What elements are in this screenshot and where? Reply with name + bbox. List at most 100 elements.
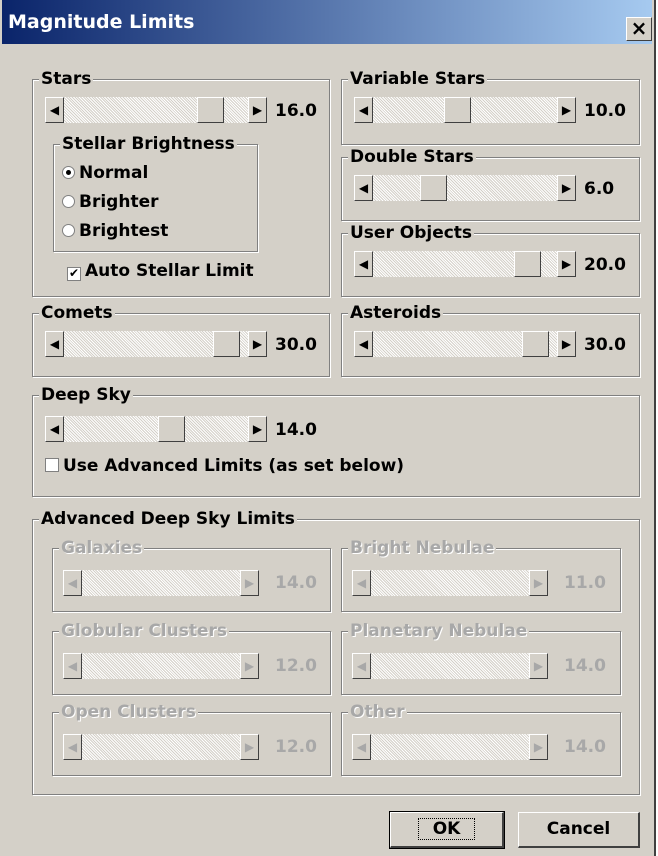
- galaxies-value: 14.0: [275, 573, 317, 593]
- right-arrow-icon: ▶: [529, 734, 548, 760]
- right-arrow-icon[interactable]: ▶: [248, 97, 267, 123]
- right-arrow-icon: ▶: [240, 570, 259, 596]
- variable-stars-slider[interactable]: ◀ ▶: [354, 97, 576, 123]
- stars-group: Stars ◀ ▶ 16.0 Stellar Brightness Normal …: [32, 68, 330, 297]
- asteroids-value: 30.0: [584, 335, 626, 355]
- slider-thumb[interactable]: [420, 175, 447, 201]
- globular-clusters-label: Globular Clusters: [59, 620, 230, 642]
- variable-stars-value: 10.0: [584, 101, 626, 121]
- comets-value: 30.0: [275, 335, 317, 355]
- dialog-window: Magnitude Limits × Stars ◀ ▶ 16.0 Stellar…: [0, 0, 656, 856]
- globular-clusters-value: 12.0: [275, 656, 317, 676]
- left-arrow-icon[interactable]: ◀: [45, 416, 64, 442]
- other-label: Other: [348, 701, 407, 723]
- deep-sky-label: Deep Sky: [39, 384, 133, 406]
- radio-normal[interactable]: Normal: [62, 163, 148, 183]
- left-arrow-icon: ◀: [63, 653, 82, 679]
- left-arrow-icon[interactable]: ◀: [45, 97, 64, 123]
- window-title: Magnitude Limits: [8, 11, 195, 33]
- planetary-nebulae-slider: ◀ ▶: [352, 653, 548, 679]
- right-arrow-icon: ▶: [240, 734, 259, 760]
- ok-button-label: OK: [417, 818, 476, 840]
- right-arrow-icon[interactable]: ▶: [248, 416, 267, 442]
- double-stars-label: Double Stars: [348, 146, 476, 168]
- title-bar: Magnitude Limits ×: [2, 0, 652, 44]
- left-arrow-icon[interactable]: ◀: [354, 251, 373, 277]
- check-icon: ✔: [67, 266, 81, 281]
- auto-stellar-limit-checkbox[interactable]: ✔ Auto Stellar Limit: [67, 261, 254, 281]
- bright-nebulae-value: 11.0: [564, 573, 606, 593]
- radio-normal-label: Normal: [79, 163, 149, 183]
- use-advanced-limits-label: Use Advanced Limits (as set below): [63, 456, 405, 476]
- slider-thumb[interactable]: [522, 331, 549, 357]
- left-arrow-icon: ◀: [352, 653, 371, 679]
- stellar-brightness-group: Stellar Brightness Normal Brighter Brigh…: [53, 133, 258, 252]
- slider-thumb[interactable]: [213, 331, 240, 357]
- right-arrow-icon[interactable]: ▶: [557, 175, 576, 201]
- stars-slider[interactable]: ◀ ▶: [45, 97, 267, 123]
- right-arrow-icon[interactable]: ▶: [557, 97, 576, 123]
- variable-stars-group: Variable Stars ◀ ▶ 10.0: [341, 68, 640, 145]
- slider-thumb[interactable]: [514, 251, 541, 277]
- asteroids-group: Asteroids ◀ ▶ 30.0: [341, 302, 640, 377]
- radio-brighter[interactable]: Brighter: [62, 192, 158, 212]
- use-advanced-limits-checkbox[interactable]: Use Advanced Limits (as set below): [45, 456, 404, 476]
- asteroids-label: Asteroids: [348, 302, 444, 324]
- radio-brightest-indicator: [62, 224, 75, 237]
- bright-nebulae-slider: ◀ ▶: [352, 570, 548, 596]
- user-objects-value: 20.0: [584, 255, 626, 275]
- radio-normal-indicator: [62, 166, 75, 179]
- planetary-nebulae-group: Planetary Nebulae ◀ ▶ 14.0: [341, 620, 621, 695]
- double-stars-value: 6.0: [584, 179, 615, 199]
- right-arrow-icon: ▶: [529, 653, 548, 679]
- double-stars-slider[interactable]: ◀ ▶: [354, 175, 576, 201]
- left-arrow-icon[interactable]: ◀: [45, 331, 64, 357]
- slider-thumb[interactable]: [197, 97, 224, 123]
- open-clusters-slider: ◀ ▶: [63, 734, 259, 760]
- variable-stars-label: Variable Stars: [348, 68, 488, 90]
- planetary-nebulae-value: 14.0: [564, 656, 606, 676]
- comets-slider[interactable]: ◀ ▶: [45, 331, 267, 357]
- close-button[interactable]: ×: [626, 17, 652, 41]
- radio-brighter-indicator: [62, 195, 75, 208]
- slider-thumb[interactable]: [444, 97, 471, 123]
- left-arrow-icon[interactable]: ◀: [354, 175, 373, 201]
- right-arrow-icon[interactable]: ▶: [248, 331, 267, 357]
- bright-nebulae-group: Bright Nebulae ◀ ▶ 11.0: [341, 537, 621, 612]
- double-stars-group: Double Stars ◀ ▶ 6.0: [341, 146, 640, 221]
- auto-stellar-limit-label: Auto Stellar Limit: [85, 261, 254, 281]
- galaxies-slider: ◀ ▶: [63, 570, 259, 596]
- left-arrow-icon: ◀: [352, 734, 371, 760]
- galaxies-label: Galaxies: [59, 537, 145, 559]
- left-arrow-icon[interactable]: ◀: [354, 331, 373, 357]
- open-clusters-label: Open Clusters: [59, 701, 198, 723]
- slider-thumb[interactable]: [158, 416, 185, 442]
- left-arrow-icon: ◀: [352, 570, 371, 596]
- open-clusters-group: Open Clusters ◀ ▶ 12.0: [52, 701, 331, 776]
- globular-clusters-group: Globular Clusters ◀ ▶ 12.0: [52, 620, 331, 695]
- asteroids-slider[interactable]: ◀ ▶: [354, 331, 576, 357]
- galaxies-group: Galaxies ◀ ▶ 14.0: [52, 537, 331, 612]
- radio-brightest[interactable]: Brightest: [62, 221, 168, 241]
- cancel-button[interactable]: Cancel: [518, 812, 640, 848]
- globular-clusters-slider: ◀ ▶: [63, 653, 259, 679]
- left-arrow-icon: ◀: [63, 570, 82, 596]
- advanced-deep-sky-label: Advanced Deep Sky Limits: [39, 508, 297, 530]
- advanced-limits-box: [45, 458, 59, 472]
- planetary-nebulae-label: Planetary Nebulae: [348, 620, 530, 642]
- advanced-deep-sky-group: Advanced Deep Sky Limits Galaxies ◀ ▶ 14.…: [32, 508, 640, 795]
- right-arrow-icon: ▶: [240, 653, 259, 679]
- deep-sky-slider[interactable]: ◀ ▶: [45, 416, 267, 442]
- bright-nebulae-label: Bright Nebulae: [348, 537, 497, 559]
- open-clusters-value: 12.0: [275, 737, 317, 757]
- left-arrow-icon[interactable]: ◀: [354, 97, 373, 123]
- other-group: Other ◀ ▶ 14.0: [341, 701, 621, 776]
- user-objects-slider[interactable]: ◀ ▶: [354, 251, 576, 277]
- comets-group: Comets ◀ ▶ 30.0: [32, 302, 330, 377]
- other-value: 14.0: [564, 737, 606, 757]
- right-arrow-icon[interactable]: ▶: [557, 331, 576, 357]
- user-objects-group: User Objects ◀ ▶ 20.0: [341, 222, 640, 297]
- ok-button[interactable]: OK: [389, 811, 505, 849]
- radio-brighter-label: Brighter: [79, 192, 159, 212]
- right-arrow-icon[interactable]: ▶: [557, 251, 576, 277]
